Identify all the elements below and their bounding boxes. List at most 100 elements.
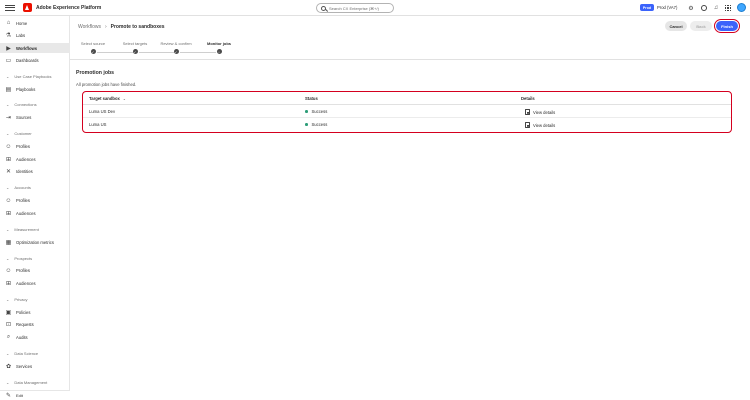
sidebar-item-audits[interactable]: ⌕ Audits <box>0 332 70 342</box>
stepper-connector <box>180 51 216 53</box>
stepper-connector <box>139 51 174 53</box>
breadcrumb-workflows-link[interactable]: Workflows <box>78 24 101 30</box>
table-row: Luma US Dev Success View details <box>83 105 731 118</box>
profile-icon: ☺ <box>5 143 12 150</box>
section-data-science[interactable]: ⌄ Data Science <box>0 349 70 357</box>
sidebar-item-playbooks[interactable]: ▤ Playbooks <box>0 84 70 94</box>
view-details-link[interactable]: View details <box>525 122 555 128</box>
sidebar-item-label: Profiles <box>16 144 30 149</box>
view-details-link[interactable]: View details <box>525 109 555 115</box>
sidebar-item-label: Audits <box>16 334 28 340</box>
sidebar-item-policies[interactable]: ▣ Policies <box>0 307 70 317</box>
section-measurement[interactable]: ⌄ Measurement <box>0 225 70 233</box>
sidebar-item-dashboards[interactable]: ▭ Dashboards <box>0 56 70 66</box>
chevron-down-icon: ⌄ <box>6 255 10 261</box>
environment-switcher[interactable]: Prod (VA7) <box>657 5 677 10</box>
status-badge: Success <box>311 109 328 114</box>
section-use-case-playbooks[interactable]: ⌄ Use Case Playbooks <box>0 72 70 80</box>
view-details-label: View details <box>533 122 556 128</box>
section-customer[interactable]: ⌄ Customer <box>0 129 70 137</box>
bell-icon[interactable]: ♫ <box>712 4 720 12</box>
adobe-logo-icon[interactable] <box>23 3 32 12</box>
step-label: Monitor jobs <box>207 41 231 46</box>
section-data-management[interactable]: ⌄ Data Management <box>0 378 70 386</box>
sidebar-item-identities[interactable]: ✕ Identities <box>0 167 70 177</box>
success-status-icon <box>305 123 308 126</box>
sidebar-item-label: Sources <box>16 115 32 120</box>
apps-grid-icon[interactable] <box>724 4 732 12</box>
section-label: Connections <box>14 101 37 107</box>
sidebar-item-customer-profiles[interactable]: ☺ Profiles <box>0 142 70 152</box>
column-header-target-sandbox[interactable]: Target sandbox ⌄ <box>89 96 126 101</box>
search-input[interactable]: Search CX Enterprise (⌘+/) <box>316 3 394 13</box>
promotion-jobs-table: Target sandbox ⌄ Status Details Luma US … <box>82 91 732 133</box>
section-accounts[interactable]: ⌄ Accounts <box>0 183 70 191</box>
checkmark-icon: ✓ <box>132 49 138 54</box>
sidebar-item-label: Policies <box>16 309 31 315</box>
sidebar-item-labs[interactable]: ⚗ Labs <box>0 31 70 41</box>
target-sandbox-cell: Luma US <box>89 122 107 127</box>
sidebar-edit-button[interactable]: ✎ Edit <box>0 390 70 400</box>
sidebar-item-requests[interactable]: ⊡ Requests <box>0 320 70 330</box>
section-label: Accounts <box>14 184 31 190</box>
sidebar-item-prospect-audiences[interactable]: ⊞ Audiences <box>0 278 70 288</box>
column-header-status: Status <box>305 96 318 101</box>
back-button[interactable]: Back <box>690 21 712 31</box>
sidebar-item-prospect-profiles[interactable]: ☺ Profiles <box>0 266 70 276</box>
audiences-icon: ⊞ <box>5 210 12 217</box>
stepper-connector <box>97 51 133 53</box>
audiences-icon: ⊞ <box>5 156 12 163</box>
sidebar-item-sources[interactable]: ⇥ Sources <box>0 113 70 123</box>
sidebar-item-label: Audiences <box>16 156 36 162</box>
document-icon <box>525 122 530 128</box>
section-connections[interactable]: ⌄ Connections <box>0 100 70 108</box>
cancel-button[interactable]: Cancel <box>665 21 687 31</box>
audiences-icon: ⊞ <box>5 280 12 287</box>
section-label: Prospects <box>14 255 33 261</box>
checkmark-icon: ✓ <box>90 49 96 54</box>
column-header-label: Status <box>305 96 318 101</box>
sidebar-item-workflows[interactable]: ▶ Workflows <box>0 43 70 53</box>
sidebar-item-label: Identities <box>16 169 33 174</box>
profile-icon: ☺ <box>5 267 12 274</box>
section-prospects[interactable]: ⌄ Prospects <box>0 254 70 262</box>
sidebar-item-home[interactable]: ⌂ Home <box>0 18 70 28</box>
avatar[interactable] <box>737 3 746 12</box>
menu-icon[interactable] <box>5 4 15 11</box>
app-title[interactable]: Adobe Experience Platform <box>36 5 101 11</box>
section-title: Promotion jobs <box>76 70 115 76</box>
sources-icon: ⇥ <box>5 115 12 121</box>
workflow-icon: ▶ <box>6 45 11 52</box>
page-header: Workflows › Promote to sandboxes Cancel … <box>70 16 750 60</box>
section-label: Data Management <box>14 379 48 385</box>
chevron-down-icon: ⌄ <box>6 101 10 107</box>
finish-button[interactable]: Finish <box>713 18 741 34</box>
page-title: Promote to sandboxes <box>110 24 165 30</box>
section-label: Use Case Playbooks <box>14 73 52 79</box>
sidebar-item-label: Home <box>16 20 28 26</box>
help-icon[interactable] <box>700 4 708 12</box>
chevron-down-icon: ⌄ <box>6 379 10 385</box>
sidebar-item-account-profiles[interactable]: ☺ Profiles <box>0 196 70 206</box>
section-privacy[interactable]: ⌄ Privacy <box>0 295 70 303</box>
home-icon: ⌂ <box>6 20 11 26</box>
services-icon: ✿ <box>5 363 12 370</box>
sidebar-item-account-audiences[interactable]: ⊞ Audiences <box>0 208 70 218</box>
sidebar-item-label: Optimization metrics <box>16 239 54 245</box>
table-row: Luma US Success View details <box>83 118 731 131</box>
requests-icon: ⊡ <box>5 322 12 328</box>
environment-badge[interactable]: Prod <box>640 4 654 11</box>
step-label: Review & confirm <box>160 41 192 46</box>
sidebar-footer-label: Edit <box>16 393 23 398</box>
view-details-label: View details <box>533 109 556 115</box>
chevron-down-icon: ⌄ <box>6 130 10 136</box>
gear-icon[interactable]: ⚙ <box>687 4 695 12</box>
sidebar-item-optimization-metrics[interactable]: ▦ Optimization metrics <box>0 237 70 247</box>
target-sandbox-cell: Luma US Dev <box>89 109 116 114</box>
checkmark-icon: ✓ <box>173 49 179 54</box>
sidebar-item-services[interactable]: ✿ Services <box>0 361 70 371</box>
sidebar-item-customer-audiences[interactable]: ⊞ Audiences <box>0 154 70 164</box>
identities-icon: ✕ <box>5 169 12 175</box>
section-label: Measurement <box>14 226 39 232</box>
dashboard-icon: ▭ <box>5 58 12 64</box>
